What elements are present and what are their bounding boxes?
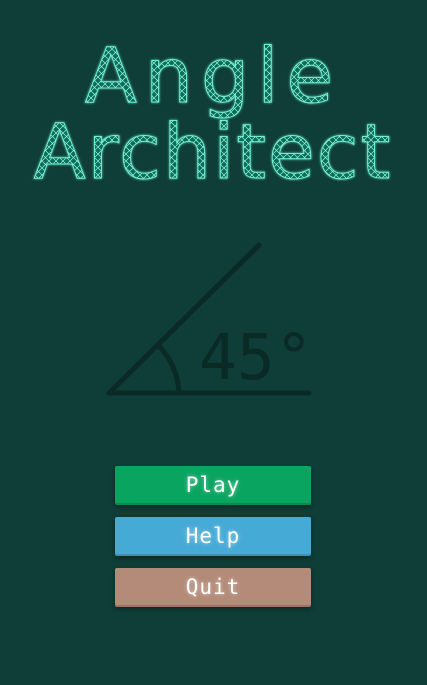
help-button[interactable]: Help bbox=[115, 517, 311, 556]
title-line-2: Architect bbox=[34, 107, 393, 196]
angle-emblem: 45° bbox=[106, 242, 313, 396]
play-button[interactable]: Play bbox=[115, 466, 311, 505]
angle-arc bbox=[155, 342, 182, 396]
quit-button[interactable]: Quit bbox=[115, 568, 311, 607]
angle-label: 45° bbox=[199, 321, 313, 394]
game-title: Angle Architect bbox=[33, 31, 393, 197]
